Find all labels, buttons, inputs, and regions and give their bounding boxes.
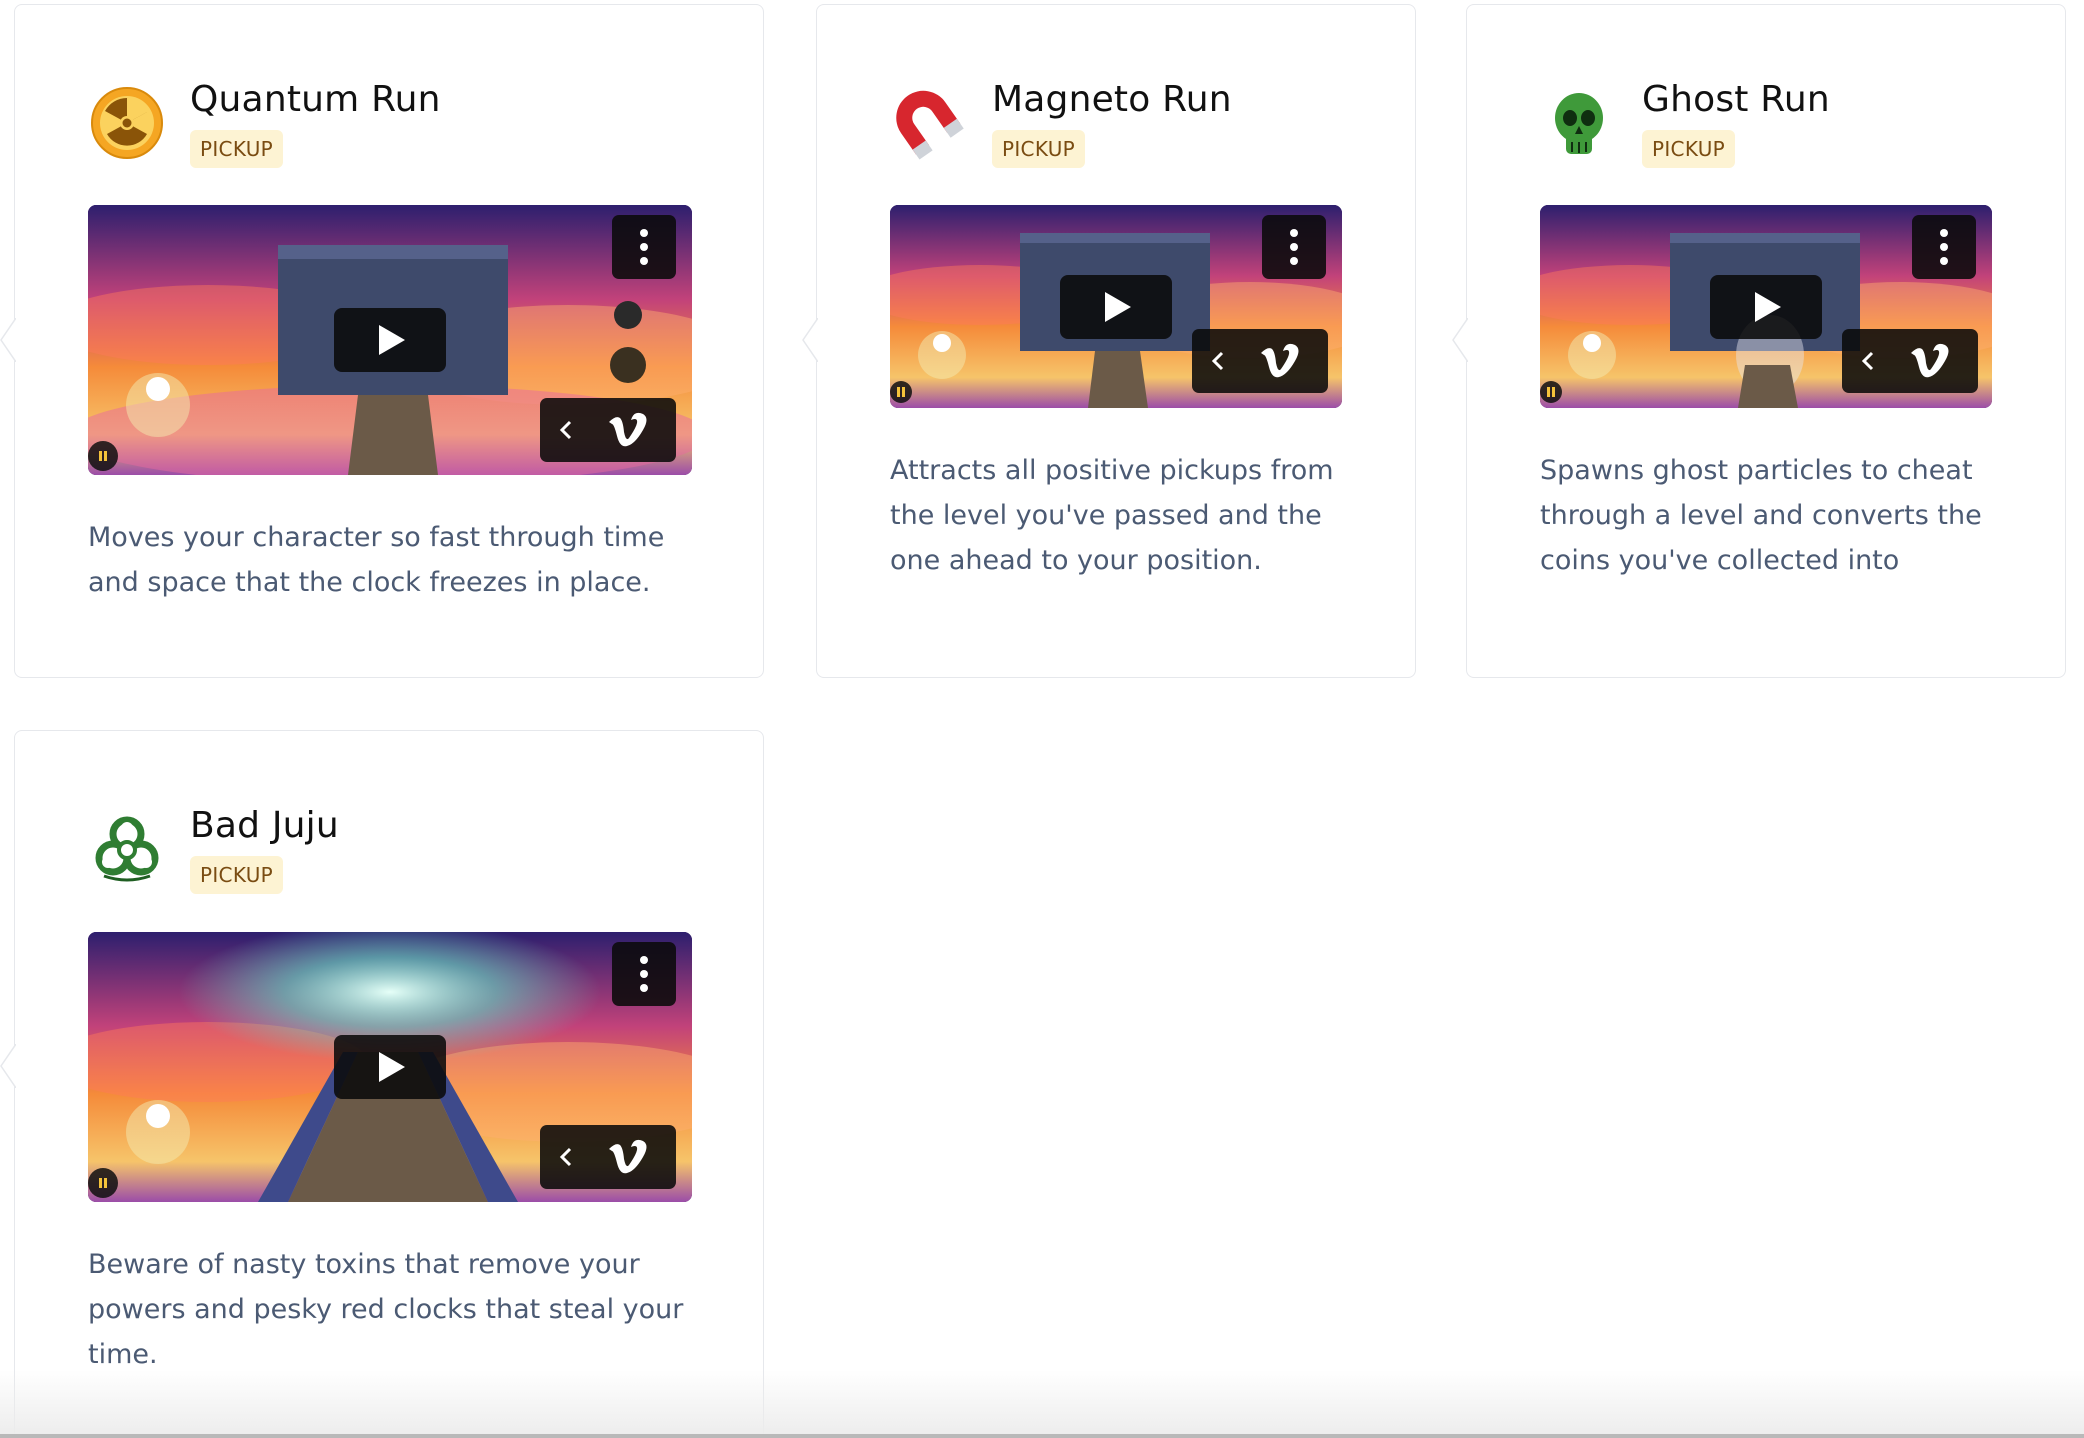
vimeo-logo-icon[interactable] [592, 398, 662, 462]
pickups-grid: Quantum Run PICKUP Moves your character … [0, 0, 2084, 1438]
more-options-button[interactable] [1262, 215, 1326, 279]
skull-icon [1542, 86, 1616, 160]
pickup-badge: PICKUP [992, 130, 1086, 168]
pause-button[interactable] [1540, 381, 1562, 403]
chevron-left-icon[interactable] [1842, 329, 1894, 393]
video-player[interactable] [88, 932, 692, 1202]
card-description: Attracts all positive pickups from the l… [890, 455, 1334, 576]
pickup-badge: PICKUP [1642, 130, 1736, 168]
horizontal-scrollbar[interactable] [0, 1434, 2084, 1438]
play-icon [379, 1052, 405, 1082]
card-title: Magneto Run [992, 79, 1232, 120]
video-player[interactable] [88, 205, 692, 475]
magnet-icon [892, 86, 966, 160]
play-icon [1105, 292, 1131, 322]
card-description: Beware of nasty toxins that remove your … [88, 1249, 684, 1370]
kebab-menu-icon [1940, 229, 1948, 265]
vimeo-controls [540, 398, 676, 462]
card-title: Quantum Run [190, 79, 441, 120]
card-header: Magneto Run PICKUP [892, 76, 1232, 168]
kebab-menu-icon [640, 956, 648, 992]
card-pointer [0, 1044, 16, 1088]
card-header: Ghost Run PICKUP [1542, 76, 1830, 168]
pause-button[interactable] [88, 441, 118, 471]
video-player[interactable] [1540, 205, 1992, 408]
pause-button[interactable] [890, 381, 912, 403]
biohazard-icon [90, 812, 164, 886]
card-description: Spawns ghost particles to cheat through … [1540, 455, 1982, 576]
pause-icon [1547, 387, 1555, 397]
more-options-button[interactable] [612, 942, 676, 1006]
card-pointer [1452, 318, 1468, 362]
play-button[interactable] [1060, 275, 1172, 339]
chevron-left-icon[interactable] [1192, 329, 1244, 393]
pickup-badge: PICKUP [190, 130, 284, 168]
vimeo-logo-icon[interactable] [1894, 329, 1964, 393]
vimeo-controls [540, 1125, 676, 1189]
card-header: Bad Juju PICKUP [90, 802, 339, 894]
card-description: Moves your character so fast through tim… [88, 522, 665, 598]
pickup-badge: PICKUP [190, 856, 284, 894]
play-icon [379, 325, 405, 355]
pause-icon [897, 387, 905, 397]
page-bottom-fade [0, 1370, 2084, 1438]
chevron-left-icon[interactable] [540, 398, 592, 462]
vimeo-controls [1842, 329, 1978, 393]
play-button[interactable] [1710, 275, 1822, 339]
chevron-left-icon[interactable] [540, 1125, 592, 1189]
play-button[interactable] [334, 1035, 446, 1099]
card-pointer [802, 318, 818, 362]
vimeo-logo-icon[interactable] [592, 1125, 662, 1189]
play-button[interactable] [334, 308, 446, 372]
pause-icon [99, 451, 107, 461]
pause-icon [99, 1178, 107, 1188]
more-options-button[interactable] [612, 215, 676, 279]
pause-button[interactable] [88, 1168, 118, 1198]
vimeo-logo-icon[interactable] [1244, 329, 1314, 393]
more-options-button[interactable] [1912, 215, 1976, 279]
card-title: Ghost Run [1642, 79, 1830, 120]
kebab-menu-icon [640, 229, 648, 265]
vimeo-controls [1192, 329, 1328, 393]
card-header: Quantum Run PICKUP [90, 76, 441, 168]
card-pointer [0, 318, 16, 362]
kebab-menu-icon [1290, 229, 1298, 265]
radioactive-icon [90, 86, 164, 160]
play-icon [1755, 292, 1781, 322]
card-title: Bad Juju [190, 805, 339, 846]
video-player[interactable] [890, 205, 1342, 408]
